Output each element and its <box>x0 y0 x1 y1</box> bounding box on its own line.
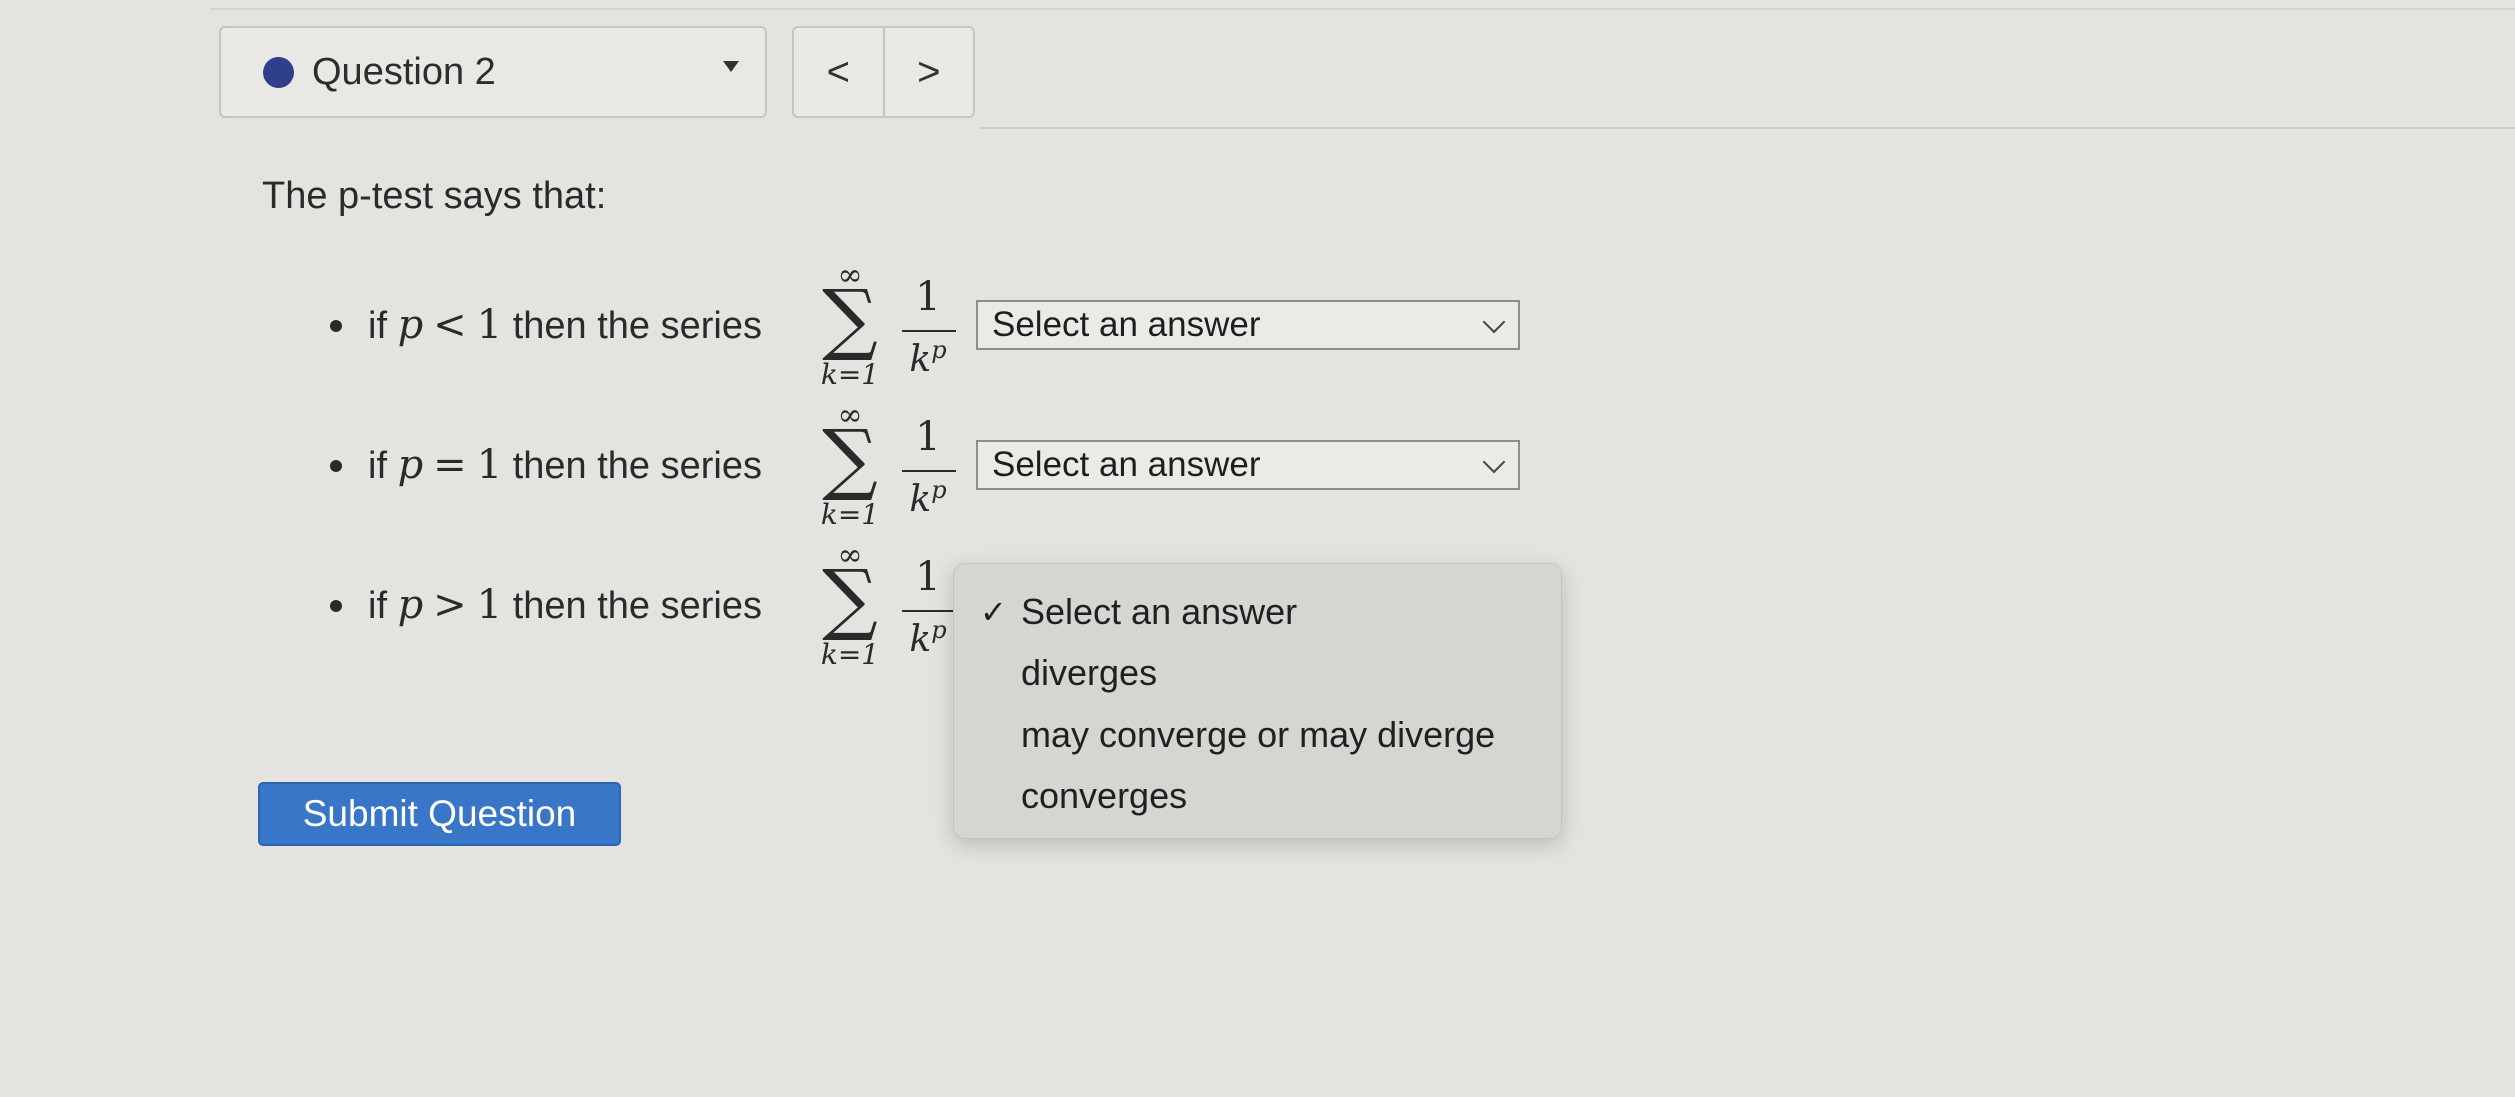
checkmark-icon: ✓ <box>980 594 1007 630</box>
bullet-icon <box>330 600 342 612</box>
bullet-icon <box>330 460 342 472</box>
previous-question-button[interactable]: < <box>794 28 885 116</box>
fraction: 1 kp <box>898 398 958 538</box>
list-item: if p <1 then the series ∞ ∑ k=1 1 kp Sele… <box>0 258 2515 398</box>
summation: ∞ ∑ k=1 <box>812 258 888 398</box>
question-selector[interactable]: Question 2 <box>219 26 767 118</box>
chevron-left-icon: < <box>826 49 850 94</box>
chevron-down-icon <box>1482 450 1506 474</box>
menu-item-may-converge-or-may-diverge[interactable]: may converge or may diverge <box>954 705 1561 765</box>
menu-item-select-an-answer[interactable]: ✓ Select an answer <box>954 582 1561 642</box>
bullet-icon <box>330 320 342 332</box>
chevron-down-icon <box>1482 310 1506 334</box>
sigma-icon: ∑ <box>822 554 878 644</box>
condition-text: if p >1 then the series <box>368 582 762 628</box>
condition-text: if p <1 then the series <box>368 302 762 348</box>
sigma-icon: ∑ <box>822 274 878 364</box>
next-question-button[interactable]: > <box>885 28 974 116</box>
sigma-icon: ∑ <box>822 414 878 504</box>
condition-text: if p = 1 then the series <box>368 442 762 488</box>
question-intro: The p-test says that: <box>262 175 607 217</box>
menu-item-converges[interactable]: converges <box>954 766 1561 826</box>
answer-dropdown-menu: ✓ Select an answer diverges may converge… <box>953 563 1562 839</box>
summation: ∞ ∑ k=1 <box>812 398 888 538</box>
header-divider <box>980 127 2515 129</box>
fraction: 1 kp <box>898 538 958 678</box>
answer-select-1[interactable]: Select an answer <box>976 300 1520 350</box>
summation: ∞ ∑ k=1 <box>812 538 888 678</box>
question-navigation: < > <box>792 26 975 118</box>
fraction: 1 kp <box>898 258 958 398</box>
dropdown-caret-icon <box>723 61 739 72</box>
question-status-icon <box>263 56 294 88</box>
menu-item-diverges[interactable]: diverges <box>954 643 1561 703</box>
chevron-right-icon: > <box>917 49 941 94</box>
question-selector-label: Question 2 <box>312 50 496 93</box>
answer-select-2[interactable]: Select an answer <box>976 440 1520 490</box>
submit-question-button[interactable]: Submit Question <box>258 782 621 846</box>
list-item: if p = 1 then the series ∞ ∑ k=1 1 kp Sele… <box>0 398 2515 538</box>
top-divider <box>210 8 2515 10</box>
